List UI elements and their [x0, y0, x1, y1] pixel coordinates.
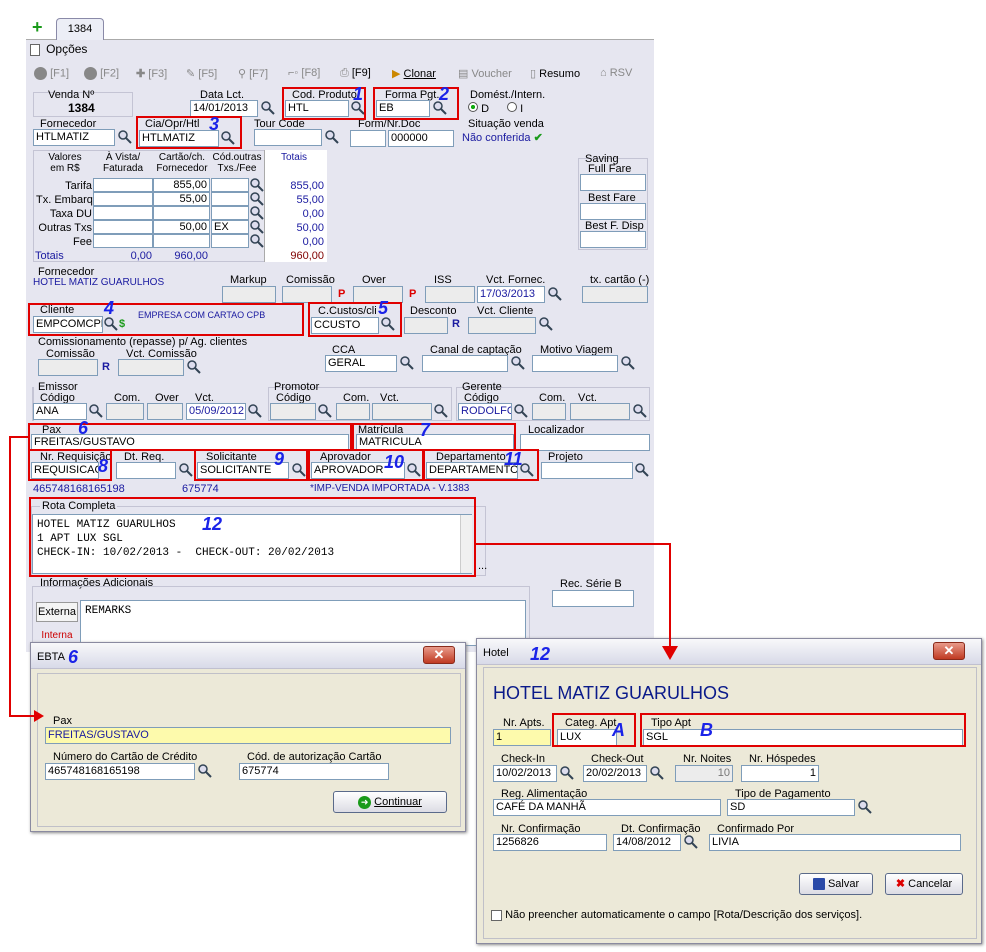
connector-arrows — [9, 436, 678, 722]
marker-1: 1 — [353, 84, 364, 104]
marker-7: 7 — [420, 420, 431, 440]
marker-3: 3 — [209, 114, 220, 134]
marker-5: 5 — [378, 298, 389, 318]
marker-8: 8 — [98, 456, 109, 476]
marker-11: 11 — [504, 449, 523, 469]
marker-6-dialog: 6 — [68, 647, 79, 667]
marker-9: 9 — [274, 449, 285, 469]
marker-12: 12 — [202, 514, 223, 534]
marker-10: 10 — [384, 452, 405, 472]
marker-2: 2 — [439, 84, 450, 104]
marker-a: A — [612, 720, 625, 740]
marker-b: B — [700, 720, 713, 740]
marker-4: 4 — [104, 298, 115, 318]
marker-6: 6 — [78, 418, 89, 438]
marker-12-dialog: 12 — [530, 644, 551, 664]
